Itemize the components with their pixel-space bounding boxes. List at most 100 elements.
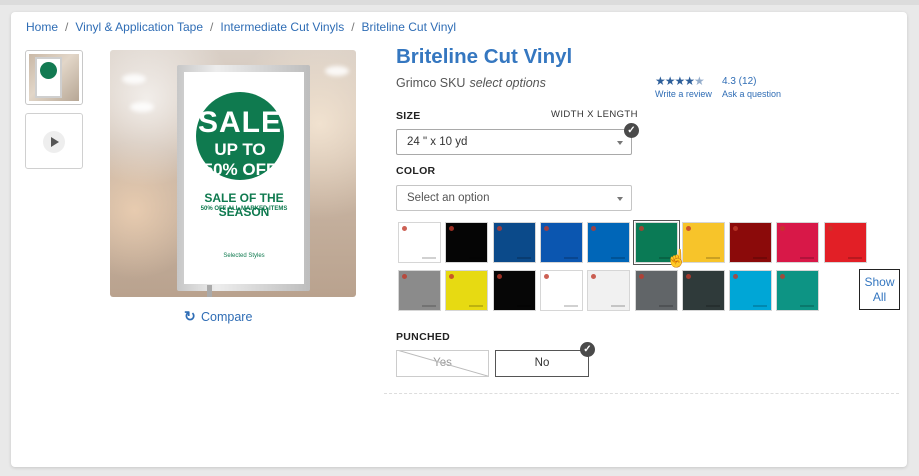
compare-label: Compare <box>201 310 253 324</box>
color-swatch[interactable] <box>587 222 631 263</box>
swatch-label-mark <box>611 257 626 259</box>
breadcrumb-separator: / <box>351 20 355 34</box>
color-swatch[interactable] <box>681 270 725 311</box>
brand-logo-icon <box>733 226 739 231</box>
show-all-button[interactable]: Show All <box>859 269 900 310</box>
swatch-label-mark <box>469 305 484 307</box>
swatch-label-mark <box>705 305 720 307</box>
color-swatch[interactable] <box>634 270 678 311</box>
breadcrumb-vinyl-tape[interactable]: Vinyl & Application Tape <box>75 20 203 34</box>
sale-subline: 50% OFF ALL MARKED ITEMS <box>200 206 288 212</box>
ask-question-link[interactable]: Ask a question <box>722 89 781 99</box>
color-swatch[interactable] <box>492 270 536 311</box>
color-swatch[interactable] <box>729 270 773 311</box>
color-swatch[interactable] <box>445 270 489 311</box>
brand-logo-icon <box>591 226 597 231</box>
light-bokeh <box>122 74 146 84</box>
swatch-label-mark <box>705 257 720 259</box>
brand-logo-icon <box>685 226 691 231</box>
thumbnail-image <box>29 54 79 101</box>
breadcrumb-separator: / <box>210 20 214 34</box>
brand-logo-icon <box>449 226 455 231</box>
product-hero-image[interactable]: SALE UP TO 50% OFF SALE OF THE SEASON 50… <box>110 50 356 297</box>
size-label: SIZE <box>396 110 421 122</box>
color-swatch[interactable] <box>445 222 489 263</box>
color-placeholder: Select an option <box>407 192 490 204</box>
unavailable-strike <box>397 351 488 376</box>
product-title: Briteline Cut Vinyl <box>396 45 573 68</box>
product-card: Home / Vinyl & Application Tape / Intermedia… <box>11 12 907 467</box>
breadcrumb-separator: / <box>65 20 69 34</box>
brand-logo-icon <box>496 226 502 231</box>
brand-logo-icon <box>733 274 739 279</box>
light-bokeh <box>130 102 154 112</box>
swatch-label-mark <box>563 305 578 307</box>
swatch-label-mark <box>847 257 862 259</box>
brand-logo-icon <box>780 226 786 231</box>
size-hint: WIDTH X LENGTH <box>551 109 638 120</box>
color-swatch[interactable] <box>539 222 583 263</box>
breadcrumb-home[interactable]: Home <box>26 20 58 34</box>
punched-yes-button[interactable]: Yes <box>396 350 489 377</box>
brand-logo-icon <box>543 226 549 231</box>
color-swatch[interactable] <box>492 222 536 263</box>
color-swatch[interactable] <box>729 222 773 263</box>
swatch-label-mark <box>800 305 815 307</box>
color-swatch[interactable] <box>398 270 441 311</box>
color-swatch[interactable] <box>398 222 441 263</box>
swatch-label-mark <box>469 257 484 259</box>
light-bokeh <box>325 66 349 76</box>
color-label: COLOR <box>396 165 436 177</box>
brand-logo-icon <box>638 226 644 231</box>
swatch-label-mark <box>422 305 436 307</box>
color-select[interactable]: Select an option <box>396 185 632 211</box>
sale-word: SALE <box>197 106 282 139</box>
gallery-thumbnail-video[interactable] <box>25 113 83 169</box>
brand-logo-icon <box>402 274 407 279</box>
swatch-label-mark <box>611 305 626 307</box>
breadcrumb: Home / Vinyl & Application Tape / Intermedia… <box>26 20 456 34</box>
sku-value: select options <box>469 76 546 90</box>
brand-logo-icon <box>638 274 644 279</box>
top-bar <box>0 0 919 5</box>
gallery-thumbnail-image[interactable] <box>25 50 83 105</box>
product-sku: Grimco SKU select options <box>396 76 546 90</box>
sale-circle: SALE UP TO 50% OFF <box>196 92 284 180</box>
sale-headline: SALE OF THE SEASON <box>204 191 284 219</box>
sign-pole <box>207 285 212 297</box>
swatch-label-mark <box>753 305 768 307</box>
swatch-label-mark <box>563 257 578 259</box>
size-selected-value: 24 " x 10 yd <box>407 136 468 148</box>
color-swatch[interactable] <box>776 270 820 311</box>
compare-link[interactable]: ↻ Compare <box>184 308 252 325</box>
swatch-label-mark <box>800 257 815 259</box>
brand-logo-icon <box>685 274 691 279</box>
color-swatch[interactable] <box>776 222 820 263</box>
breadcrumb-intermediate-vinyls[interactable]: Intermediate Cut Vinyls <box>220 20 344 34</box>
color-swatch[interactable] <box>823 222 867 263</box>
color-swatch[interactable] <box>539 270 583 311</box>
hand-cursor-icon: ☝ <box>666 249 688 268</box>
brand-logo-icon <box>543 274 549 279</box>
brand-logo-icon <box>827 226 833 231</box>
brand-logo-icon <box>591 274 597 279</box>
color-swatch[interactable] <box>681 222 725 263</box>
rating-count[interactable]: 4.3 (12) <box>722 76 756 87</box>
checkmark-icon: ✓ <box>580 342 595 357</box>
swatch-label-mark <box>516 305 531 307</box>
rating-stars[interactable]: ★★★★★ <box>655 74 705 88</box>
sale-footer: Selected Styles <box>223 253 265 259</box>
brand-logo-icon <box>780 274 786 279</box>
color-swatch[interactable] <box>587 270 631 311</box>
sale-offer: UP TO 50% OFF <box>203 140 277 179</box>
sku-label: Grimco SKU <box>396 76 466 90</box>
swatch-label-mark <box>422 257 436 259</box>
breadcrumb-current[interactable]: Briteline Cut Vinyl <box>362 20 457 34</box>
section-divider <box>384 393 899 394</box>
write-review-link[interactable]: Write a review <box>655 89 712 99</box>
punched-no-button[interactable]: No <box>495 350 589 377</box>
brand-logo-icon <box>402 226 407 231</box>
brand-logo-icon <box>449 274 455 279</box>
size-select[interactable]: 24 " x 10 yd <box>396 129 632 155</box>
punched-label: PUNCHED <box>396 331 451 343</box>
